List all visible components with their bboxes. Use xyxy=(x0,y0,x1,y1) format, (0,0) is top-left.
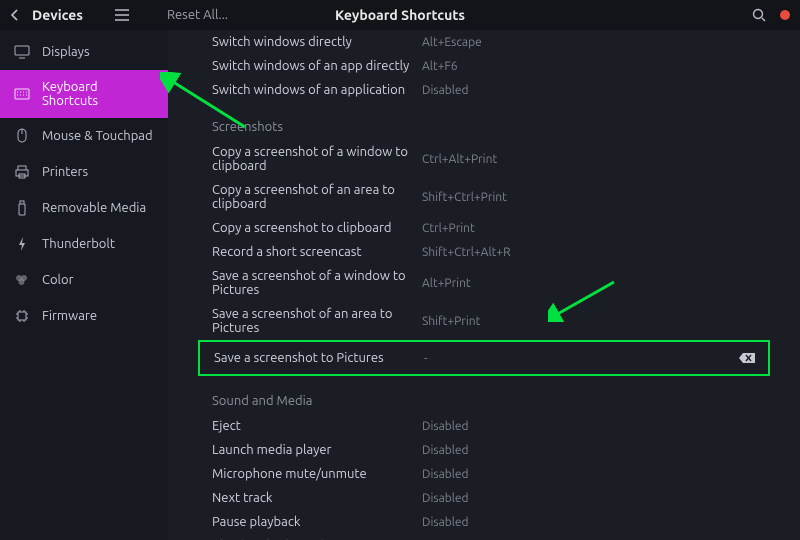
display-icon xyxy=(14,44,30,60)
header-back-title[interactable]: Devices xyxy=(32,7,83,23)
sidebar-item-thunderbolt[interactable]: Thunderbolt xyxy=(0,226,168,262)
search-button[interactable] xyxy=(752,8,766,22)
color-icon xyxy=(14,272,30,288)
shortcut-row[interactable]: Pause playbackDisabled xyxy=(198,510,770,534)
shortcut-label: Copy a screenshot to clipboard xyxy=(212,221,422,235)
shortcut-value: Ctrl+Print xyxy=(422,222,475,235)
shortcut-label: Copy a screenshot of an area to clipboar… xyxy=(212,183,422,211)
chip-icon xyxy=(14,308,30,324)
shortcut-label: Save a screenshot of a window to Picture… xyxy=(212,269,422,297)
usb-icon xyxy=(14,200,30,216)
shortcut-value: Disabled xyxy=(422,420,469,433)
shortcut-row[interactable]: Launch media playerDisabled xyxy=(198,438,770,462)
close-indicator-icon[interactable] xyxy=(780,10,790,20)
shortcut-row[interactable]: Save a screenshot of an area to Pictures… xyxy=(198,302,770,340)
section-header-sound: Sound and Media xyxy=(212,394,770,408)
shortcut-row[interactable]: Switch windows of an app directlyAlt+F6 xyxy=(198,54,770,78)
search-icon xyxy=(752,8,766,22)
sidebar-item-displays[interactable]: Displays xyxy=(0,34,168,70)
sidebar-item-printers[interactable]: Printers xyxy=(0,154,168,190)
header-right xyxy=(752,8,790,22)
shortcut-value: Shift+Ctrl+Alt+R xyxy=(422,246,511,259)
hamburger-icon xyxy=(115,9,129,21)
shortcut-value: Disabled xyxy=(422,84,469,97)
sidebar-item-removable-media[interactable]: Removable Media xyxy=(0,190,168,226)
page-title: Keyboard Shortcuts xyxy=(335,7,465,23)
sidebar-item-label: Mouse & Touchpad xyxy=(42,129,153,143)
header-bar: Devices Reset All... Keyboard Shortcuts xyxy=(0,0,800,30)
shortcut-row[interactable]: Next trackDisabled xyxy=(198,486,770,510)
shortcut-value: Disabled xyxy=(422,516,469,529)
keyboard-icon xyxy=(14,86,30,102)
shortcut-value: Alt+Escape xyxy=(422,36,482,49)
shortcut-value: Disabled xyxy=(422,444,469,457)
clear-shortcut-button[interactable] xyxy=(738,352,756,364)
shortcut-label: Next track xyxy=(212,491,422,505)
shortcut-value: Disabled xyxy=(422,492,469,505)
menu-button[interactable] xyxy=(115,9,129,21)
shortcut-row[interactable]: Save a screenshot of a window to Picture… xyxy=(198,264,770,302)
shortcut-value: Alt+Print xyxy=(422,277,471,290)
shortcut-label: Pause playback xyxy=(212,515,422,529)
shortcut-row[interactable]: Copy a screenshot to clipboardCtrl+Print xyxy=(198,216,770,240)
printer-icon xyxy=(14,164,30,180)
shortcut-label: Switch windows of an app directly xyxy=(212,59,422,73)
sidebar-item-label: Firmware xyxy=(42,309,97,323)
shortcut-label: Switch windows of an application xyxy=(212,83,422,97)
sidebar: Displays Keyboard Shortcuts Mouse & Touc… xyxy=(0,30,168,540)
shortcut-row[interactable]: Copy a screenshot of a window to clipboa… xyxy=(198,140,770,178)
shortcut-label: Microphone mute/unmute xyxy=(212,467,422,481)
sidebar-item-label: Displays xyxy=(42,45,90,59)
shortcut-row-highlighted[interactable]: Save a screenshot to Pictures - xyxy=(198,340,770,376)
shortcut-row[interactable]: Switch windows directlyAlt+Escape xyxy=(198,30,770,54)
shortcut-label: Save a screenshot of an area to Pictures xyxy=(212,307,422,335)
sidebar-item-label: Removable Media xyxy=(42,201,146,215)
shortcut-value: Shift+Print xyxy=(422,315,480,328)
chevron-left-icon xyxy=(10,9,18,21)
sidebar-item-label: Printers xyxy=(42,165,88,179)
sidebar-item-mouse[interactable]: Mouse & Touchpad xyxy=(0,118,168,154)
shortcut-row[interactable]: EjectDisabled xyxy=(198,414,770,438)
shortcut-label: Record a short screencast xyxy=(212,245,422,259)
section-header-screenshots: Screenshots xyxy=(212,120,770,134)
shortcut-list[interactable]: Switch windows directlyAlt+Escape Switch… xyxy=(168,30,800,540)
shortcut-label: Launch media player xyxy=(212,443,422,457)
sidebar-item-keyboard-shortcuts[interactable]: Keyboard Shortcuts xyxy=(0,70,168,118)
sidebar-item-color[interactable]: Color xyxy=(0,262,168,298)
shortcut-row[interactable]: Play (or play/pause)Disabled xyxy=(198,534,770,540)
shortcut-label: Copy a screenshot of a window to clipboa… xyxy=(212,145,422,173)
shortcut-row[interactable]: Microphone mute/unmuteDisabled xyxy=(198,462,770,486)
shortcut-row[interactable]: Switch windows of an applicationDisabled xyxy=(198,78,770,102)
header-left: Devices Reset All... xyxy=(10,7,228,23)
backspace-icon xyxy=(738,352,756,364)
sidebar-item-label: Keyboard Shortcuts xyxy=(42,80,154,108)
shortcut-value: Shift+Ctrl+Print xyxy=(422,191,507,204)
shortcut-label: Switch windows directly xyxy=(212,35,422,49)
shortcut-value: Alt+F6 xyxy=(422,60,458,73)
shortcut-value: Ctrl+Alt+Print xyxy=(422,153,497,166)
sidebar-item-label: Thunderbolt xyxy=(42,237,115,251)
shortcut-label: Save a screenshot to Pictures xyxy=(214,351,424,365)
shortcut-row[interactable]: Record a short screencastShift+Ctrl+Alt+… xyxy=(198,240,770,264)
back-button[interactable] xyxy=(10,9,18,21)
shortcut-value: Disabled xyxy=(422,468,469,481)
sidebar-item-firmware[interactable]: Firmware xyxy=(0,298,168,334)
shortcut-value: - xyxy=(424,352,427,365)
reset-all-button[interactable]: Reset All... xyxy=(167,8,228,22)
shortcut-row[interactable]: Copy a screenshot of an area to clipboar… xyxy=(198,178,770,216)
thunderbolt-icon xyxy=(14,236,30,252)
mouse-icon xyxy=(14,128,30,144)
sidebar-item-label: Color xyxy=(42,273,74,287)
shortcut-label: Eject xyxy=(212,419,422,433)
